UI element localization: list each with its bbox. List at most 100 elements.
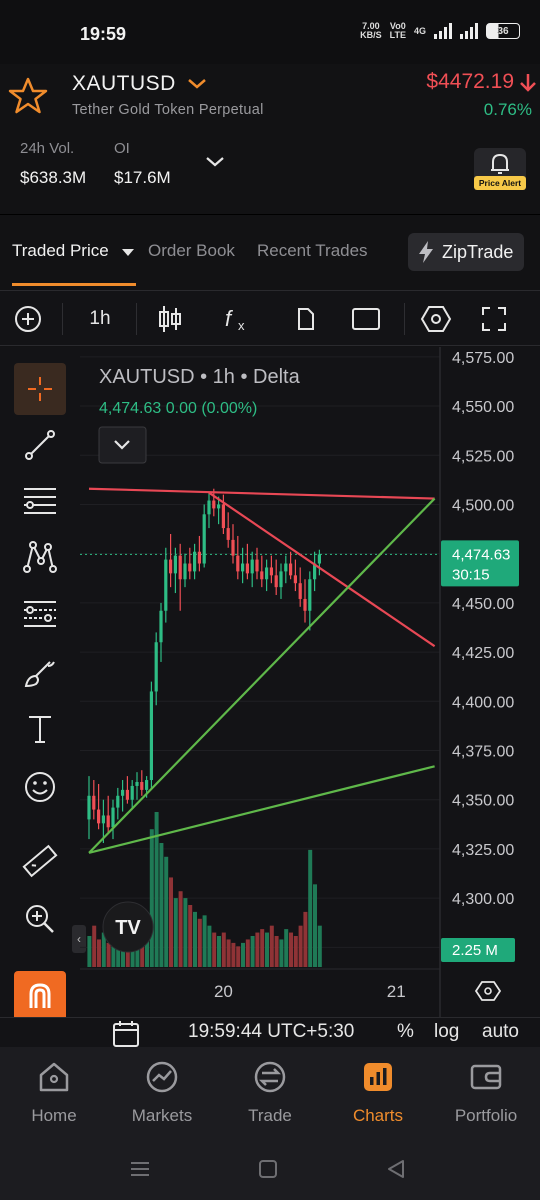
crosshair-icon (28, 377, 52, 401)
fullscreen-button[interactable] (478, 303, 510, 335)
tab-order-book[interactable]: Order Book (148, 241, 235, 261)
volume-bar (221, 932, 226, 967)
price-chart[interactable]: 4,575.004,550.004,525.004,500.004,475.00… (80, 347, 540, 1017)
nav-portfolio[interactable]: Portfolio (432, 1059, 540, 1126)
candle-body (154, 642, 158, 692)
volume-bar (226, 939, 231, 967)
nav-charts[interactable]: Charts (324, 1059, 432, 1126)
caret-down-icon[interactable] (120, 245, 136, 259)
svg-text:4,474.63: 4,474.63 (452, 546, 510, 563)
battery-icon: 36 (486, 23, 520, 39)
forecast-tool[interactable] (14, 587, 66, 639)
candle-body (111, 807, 115, 828)
chart-type-button[interactable] (154, 303, 186, 335)
wallet-icon (470, 1064, 502, 1090)
candle-body (121, 789, 125, 796)
chart-settings-button[interactable] (474, 981, 502, 1001)
candle-body (274, 575, 278, 588)
chart-tabs: Traded Price Order Book Recent Trades Zi… (0, 214, 540, 286)
ruler-tool[interactable] (14, 835, 66, 887)
candle-body (236, 555, 240, 572)
nav-trade[interactable]: Trade (216, 1059, 324, 1126)
candle-body (212, 500, 216, 509)
price-change: 0.76% (483, 100, 532, 119)
chevron-down-icon[interactable] (186, 76, 208, 92)
candle-body (92, 795, 96, 810)
symbol-name[interactable]: XAUTUSD (72, 72, 176, 96)
zoom-tool[interactable] (14, 893, 66, 945)
fib-tool[interactable] (14, 475, 66, 527)
volume-bar (164, 856, 169, 967)
brush-tool[interactable] (14, 647, 66, 699)
template-button[interactable] (290, 303, 322, 335)
volume-bar (274, 936, 279, 967)
add-indicator-button[interactable] (12, 303, 44, 335)
expand-chevron-icon[interactable] (204, 154, 226, 170)
nav-portfolio-label: Portfolio (454, 1106, 518, 1125)
candle-body (265, 567, 269, 580)
candle-body (164, 559, 168, 611)
oi-value: $17.6M (114, 168, 171, 187)
price-tick-label: 4,300.00 (452, 891, 514, 908)
candle-body (269, 567, 273, 576)
tab-traded-price[interactable]: Traded Price (12, 241, 109, 261)
candle-body (217, 504, 221, 509)
back-icon[interactable] (384, 1157, 408, 1181)
trendline-tool[interactable] (14, 419, 66, 471)
pattern-icon (23, 541, 57, 573)
price-tick-label: 4,375.00 (452, 744, 514, 761)
nav-markets[interactable]: Markets (108, 1059, 216, 1126)
date-range-icon[interactable] (110, 1020, 142, 1048)
candle-body (106, 815, 110, 828)
price-alert-label[interactable]: Price Alert (474, 176, 526, 190)
indicators-button[interactable]: f x (222, 303, 254, 335)
volume-bar (178, 891, 183, 967)
nav-home[interactable]: Home (0, 1059, 108, 1126)
legend-collapse-button[interactable] (98, 426, 147, 464)
volume-bar (92, 925, 97, 967)
log-toggle[interactable]: log (434, 1021, 459, 1043)
home-button-icon[interactable] (256, 1157, 280, 1181)
hexagon-icon (474, 981, 502, 1001)
toolbar-divider (404, 303, 405, 335)
volte-indicator: Vo0 LTE (389, 21, 406, 40)
active-tab-indicator (12, 283, 136, 286)
chart-legend-values: 4,474.63 0.00 (0.00%) (99, 400, 257, 417)
candle-body (284, 563, 288, 572)
volume-bar (293, 936, 298, 967)
emoji-tool[interactable] (14, 761, 66, 813)
nav-home-label: Home (31, 1106, 77, 1125)
text-tool[interactable] (14, 703, 66, 755)
candle-body (255, 559, 259, 572)
auto-toggle[interactable]: auto (482, 1021, 519, 1043)
ziptrade-button[interactable]: ZipTrade (408, 233, 524, 271)
volume-bar (284, 929, 289, 967)
candle-body (159, 610, 163, 643)
tab-recent-trades[interactable]: Recent Trades (257, 241, 368, 261)
price-axis[interactable]: 4,575.004,550.004,525.004,500.004,475.00… (452, 350, 514, 958)
settings-button[interactable] (420, 303, 452, 335)
crosshair-tool[interactable] (14, 363, 66, 415)
time-axis[interactable]: 20 21 (214, 982, 406, 1001)
candle-body (303, 598, 307, 611)
candle-body (317, 554, 321, 564)
layout-button[interactable] (350, 303, 382, 335)
chart-area: ‹ 4,575.004,550.004,525.004,500.004,475.… (0, 347, 540, 1021)
candle-body (87, 795, 91, 820)
net-speed: 7.00 KB/S (360, 21, 382, 40)
volume-bar (202, 915, 207, 967)
percent-toggle[interactable]: % (397, 1021, 414, 1043)
magnet-button[interactable] (14, 971, 66, 1021)
volume-bar (173, 898, 178, 967)
pattern-tool[interactable] (14, 531, 66, 583)
nav-charts-label: Charts (352, 1106, 404, 1125)
nav-markets-label: Markets (131, 1106, 193, 1125)
timeframe-button[interactable]: 1h (84, 303, 116, 335)
brush-icon (24, 661, 55, 688)
recent-apps-icon[interactable] (128, 1157, 152, 1181)
volume-bar (265, 932, 269, 967)
volume-bar (236, 946, 241, 967)
vol-value: $638.3M (20, 168, 87, 187)
utc-time[interactable]: 19:59:44 UTC+5:30 (188, 1021, 354, 1043)
star-icon[interactable] (8, 76, 48, 116)
